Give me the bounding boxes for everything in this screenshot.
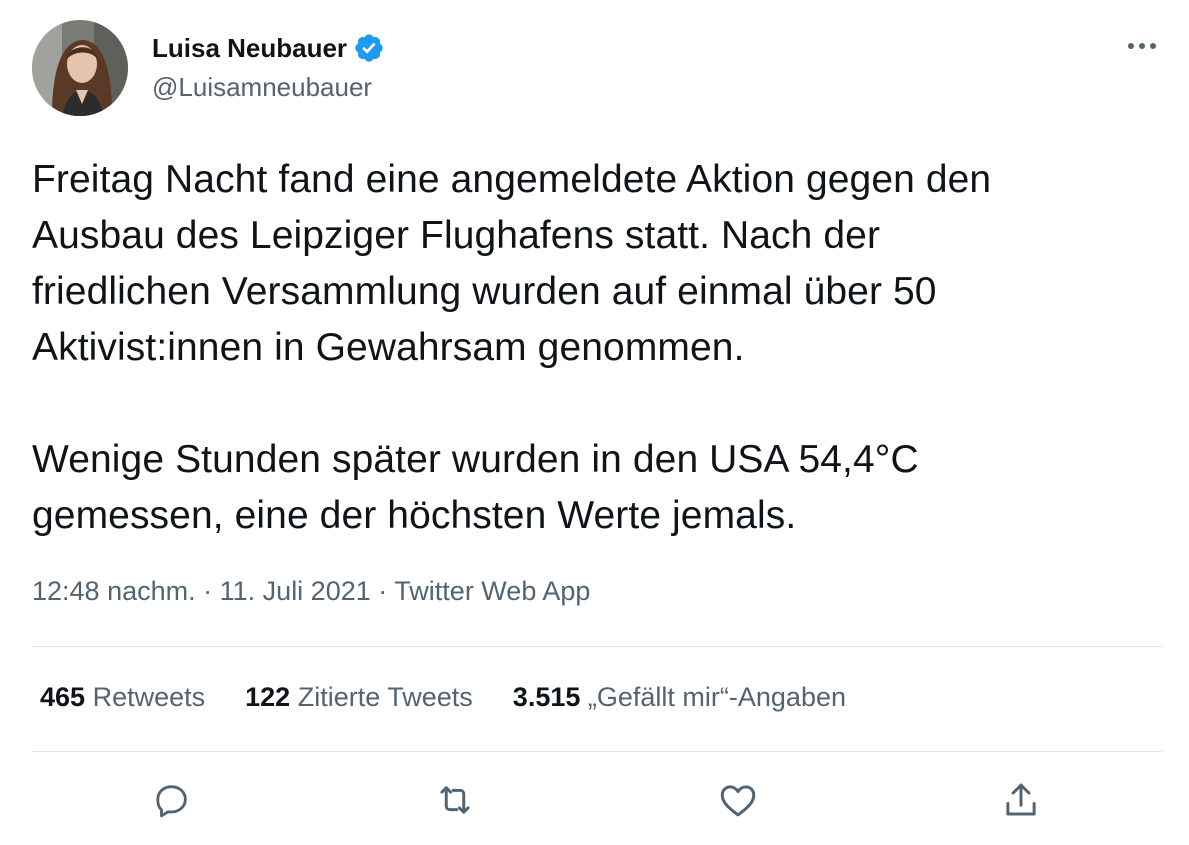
display-name-row: Luisa Neubauer bbox=[152, 30, 385, 66]
author-handle[interactable]: @Luisamneubauer bbox=[152, 72, 385, 103]
quotes-label: Zitierte Tweets bbox=[297, 682, 473, 712]
quotes-stat[interactable]: 122 Zitierte Tweets bbox=[245, 682, 473, 713]
tweet-actions bbox=[0, 770, 1189, 830]
divider bbox=[32, 751, 1162, 752]
display-name[interactable]: Luisa Neubauer bbox=[152, 33, 347, 64]
likes-label: „Gefällt mir“-Angaben bbox=[587, 682, 846, 712]
author-names: Luisa Neubauer @Luisamneubauer bbox=[152, 30, 385, 103]
likes-count: 3.515 bbox=[512, 682, 581, 712]
tweet-meta: 12:48 nachm. · 11. Juli 2021 · Twitter W… bbox=[32, 576, 590, 607]
avatar[interactable] bbox=[32, 20, 128, 116]
retweets-stat[interactable]: 465 Retweets bbox=[40, 682, 205, 713]
likes-stat[interactable]: 3.515 „Gefällt mir“-Angaben bbox=[513, 682, 846, 713]
tweet-text: Freitag Nacht fand eine angemeldete Akti… bbox=[32, 158, 992, 537]
tweet: Luisa Neubauer @Luisamneubauer Freitag N… bbox=[0, 0, 1189, 845]
more-icon[interactable] bbox=[1122, 34, 1162, 58]
tweet-source[interactable]: Twitter Web App bbox=[394, 576, 590, 606]
tweet-date[interactable]: 11. Juli 2021 bbox=[220, 576, 371, 606]
meta-separator: · bbox=[203, 576, 213, 606]
quotes-count: 122 bbox=[245, 682, 291, 712]
tweet-header: Luisa Neubauer @Luisamneubauer bbox=[32, 20, 1162, 120]
tweet-stats: 465 Retweets 122 Zitierte Tweets 3.515 „… bbox=[40, 682, 846, 713]
share-icon[interactable] bbox=[991, 770, 1051, 830]
retweets-label: Retweets bbox=[92, 682, 206, 712]
heart-icon[interactable] bbox=[708, 770, 768, 830]
retweets-count: 465 bbox=[40, 682, 86, 712]
reply-icon[interactable] bbox=[142, 770, 202, 830]
meta-separator: · bbox=[378, 576, 388, 606]
retweet-icon[interactable] bbox=[425, 770, 485, 830]
verified-badge-icon bbox=[353, 32, 385, 64]
tweet-time[interactable]: 12:48 nachm. bbox=[32, 576, 196, 606]
divider bbox=[32, 646, 1162, 647]
